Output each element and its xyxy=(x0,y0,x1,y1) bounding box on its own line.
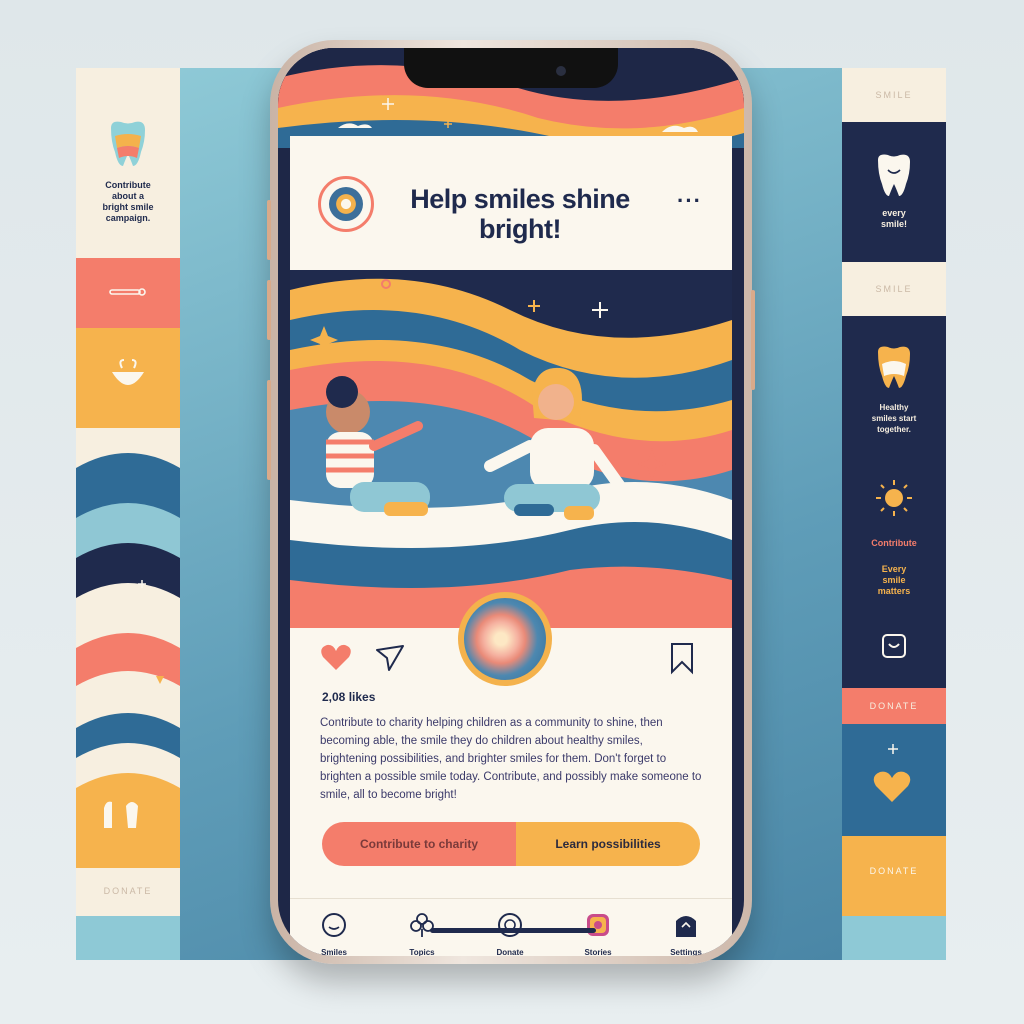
tab-smiles[interactable]: Smiles xyxy=(294,911,374,956)
volume-button xyxy=(267,200,271,260)
left-bottom-strip xyxy=(76,916,180,960)
right-heart-section xyxy=(842,724,946,836)
power-button xyxy=(751,290,755,390)
smile-box-icon xyxy=(882,634,906,658)
tooth-gold-icon xyxy=(878,346,910,388)
play-badge[interactable] xyxy=(458,592,552,686)
right-footer-label: DONATE xyxy=(869,866,919,876)
post-headline: Help smiles shine bright! xyxy=(410,184,630,244)
tab-label: Donate xyxy=(496,948,524,956)
tab-settings[interactable]: Settings xyxy=(646,911,726,956)
volume-button xyxy=(267,280,271,340)
post-image[interactable] xyxy=(290,270,732,628)
left-intro-text: Contribute about a bright smile campaign… xyxy=(102,180,154,223)
send-icon[interactable] xyxy=(372,640,408,676)
right-donate-label: DONATE xyxy=(869,701,919,711)
tab-topics[interactable]: Topics xyxy=(382,911,462,956)
right-top-section: SMILE xyxy=(842,68,946,122)
right-footer-section: DONATE xyxy=(842,836,946,916)
tab-label: Stories xyxy=(584,948,612,956)
tab-label: Settings xyxy=(670,948,702,956)
bowl-icon xyxy=(112,359,144,385)
volume-button xyxy=(267,380,271,480)
left-wave-illustration xyxy=(76,428,180,868)
left-amber-section xyxy=(76,328,180,428)
right-label-section: SMILE xyxy=(842,262,946,316)
left-coral-section xyxy=(76,258,180,328)
heart-icon[interactable] xyxy=(318,640,354,676)
tab-label: Smiles xyxy=(321,948,347,956)
donate-icon xyxy=(498,913,522,937)
camera-icon xyxy=(556,66,566,76)
bookmark-icon[interactable] xyxy=(664,640,700,676)
phone-notch xyxy=(404,48,618,88)
heart-icon xyxy=(873,771,911,802)
contribute-button[interactable]: Contribute to charity xyxy=(322,822,516,866)
left-banner: Contribute about a bright smile campaign… xyxy=(76,68,180,960)
left-footer-label: DONATE xyxy=(103,886,153,896)
clover-icon xyxy=(410,913,434,937)
sun-icon xyxy=(876,480,912,516)
right-section2-label: SMILE xyxy=(875,284,913,294)
smile-icon xyxy=(322,913,346,937)
left-intro-section: Contribute about a bright smile campaign… xyxy=(76,68,180,258)
badge-image xyxy=(464,598,546,680)
tab-stories[interactable]: Stories xyxy=(558,911,638,956)
toothbrush-icon xyxy=(109,288,146,296)
right-tooth-section: every smile! xyxy=(842,122,946,262)
post-header: Help smiles shine bright! ··· xyxy=(290,136,732,270)
tab-donate[interactable]: Donate xyxy=(470,911,550,956)
post-card: Help smiles shine bright! ··· 2,08 likes… xyxy=(290,136,732,898)
tooth-icon xyxy=(111,121,145,166)
sparkle-icon xyxy=(888,744,898,754)
right-top-label: SMILE xyxy=(875,90,913,100)
instagram-icon xyxy=(587,914,609,936)
avatar-image xyxy=(329,187,363,221)
right-contribute-sub: Every smile matters xyxy=(877,564,911,596)
right-contribute-section: Contribute Every smile matters xyxy=(842,456,946,688)
right-info-text: Healthy smiles start together. xyxy=(871,403,917,434)
learn-button[interactable]: Learn possibilities xyxy=(516,822,700,866)
post-caption: Contribute to charity helping children a… xyxy=(320,717,702,801)
right-banner: SMILE every smile! SMILE Healthy smiles … xyxy=(842,68,946,960)
likes-count: 2,08 likes xyxy=(322,690,376,704)
cta-group: Contribute to charity Learn possibilitie… xyxy=(322,822,700,866)
tab-bar: Smiles Topics Donate Stories Settings xyxy=(290,898,732,956)
tab-label: Topics xyxy=(409,948,435,956)
home-indicator xyxy=(430,928,596,933)
home-icon xyxy=(676,916,696,937)
tooth-icon xyxy=(878,154,910,196)
more-icon[interactable]: ··· xyxy=(677,188,702,214)
right-tooth-text: every smile! xyxy=(880,208,907,229)
right-contribute-label: Contribute xyxy=(871,538,917,548)
avatar[interactable] xyxy=(318,176,374,232)
phone-mockup: Help smiles shine bright! ··· 2,08 likes… xyxy=(267,40,755,964)
right-bottom-strip xyxy=(842,916,946,960)
kids-illustration xyxy=(290,270,732,628)
left-footer-section: DONATE xyxy=(76,868,180,916)
phone-screen: Help smiles shine bright! ··· 2,08 likes… xyxy=(278,48,744,956)
right-donate-strip[interactable]: DONATE xyxy=(842,688,946,724)
right-info-section: Healthy smiles start together. xyxy=(842,316,946,456)
